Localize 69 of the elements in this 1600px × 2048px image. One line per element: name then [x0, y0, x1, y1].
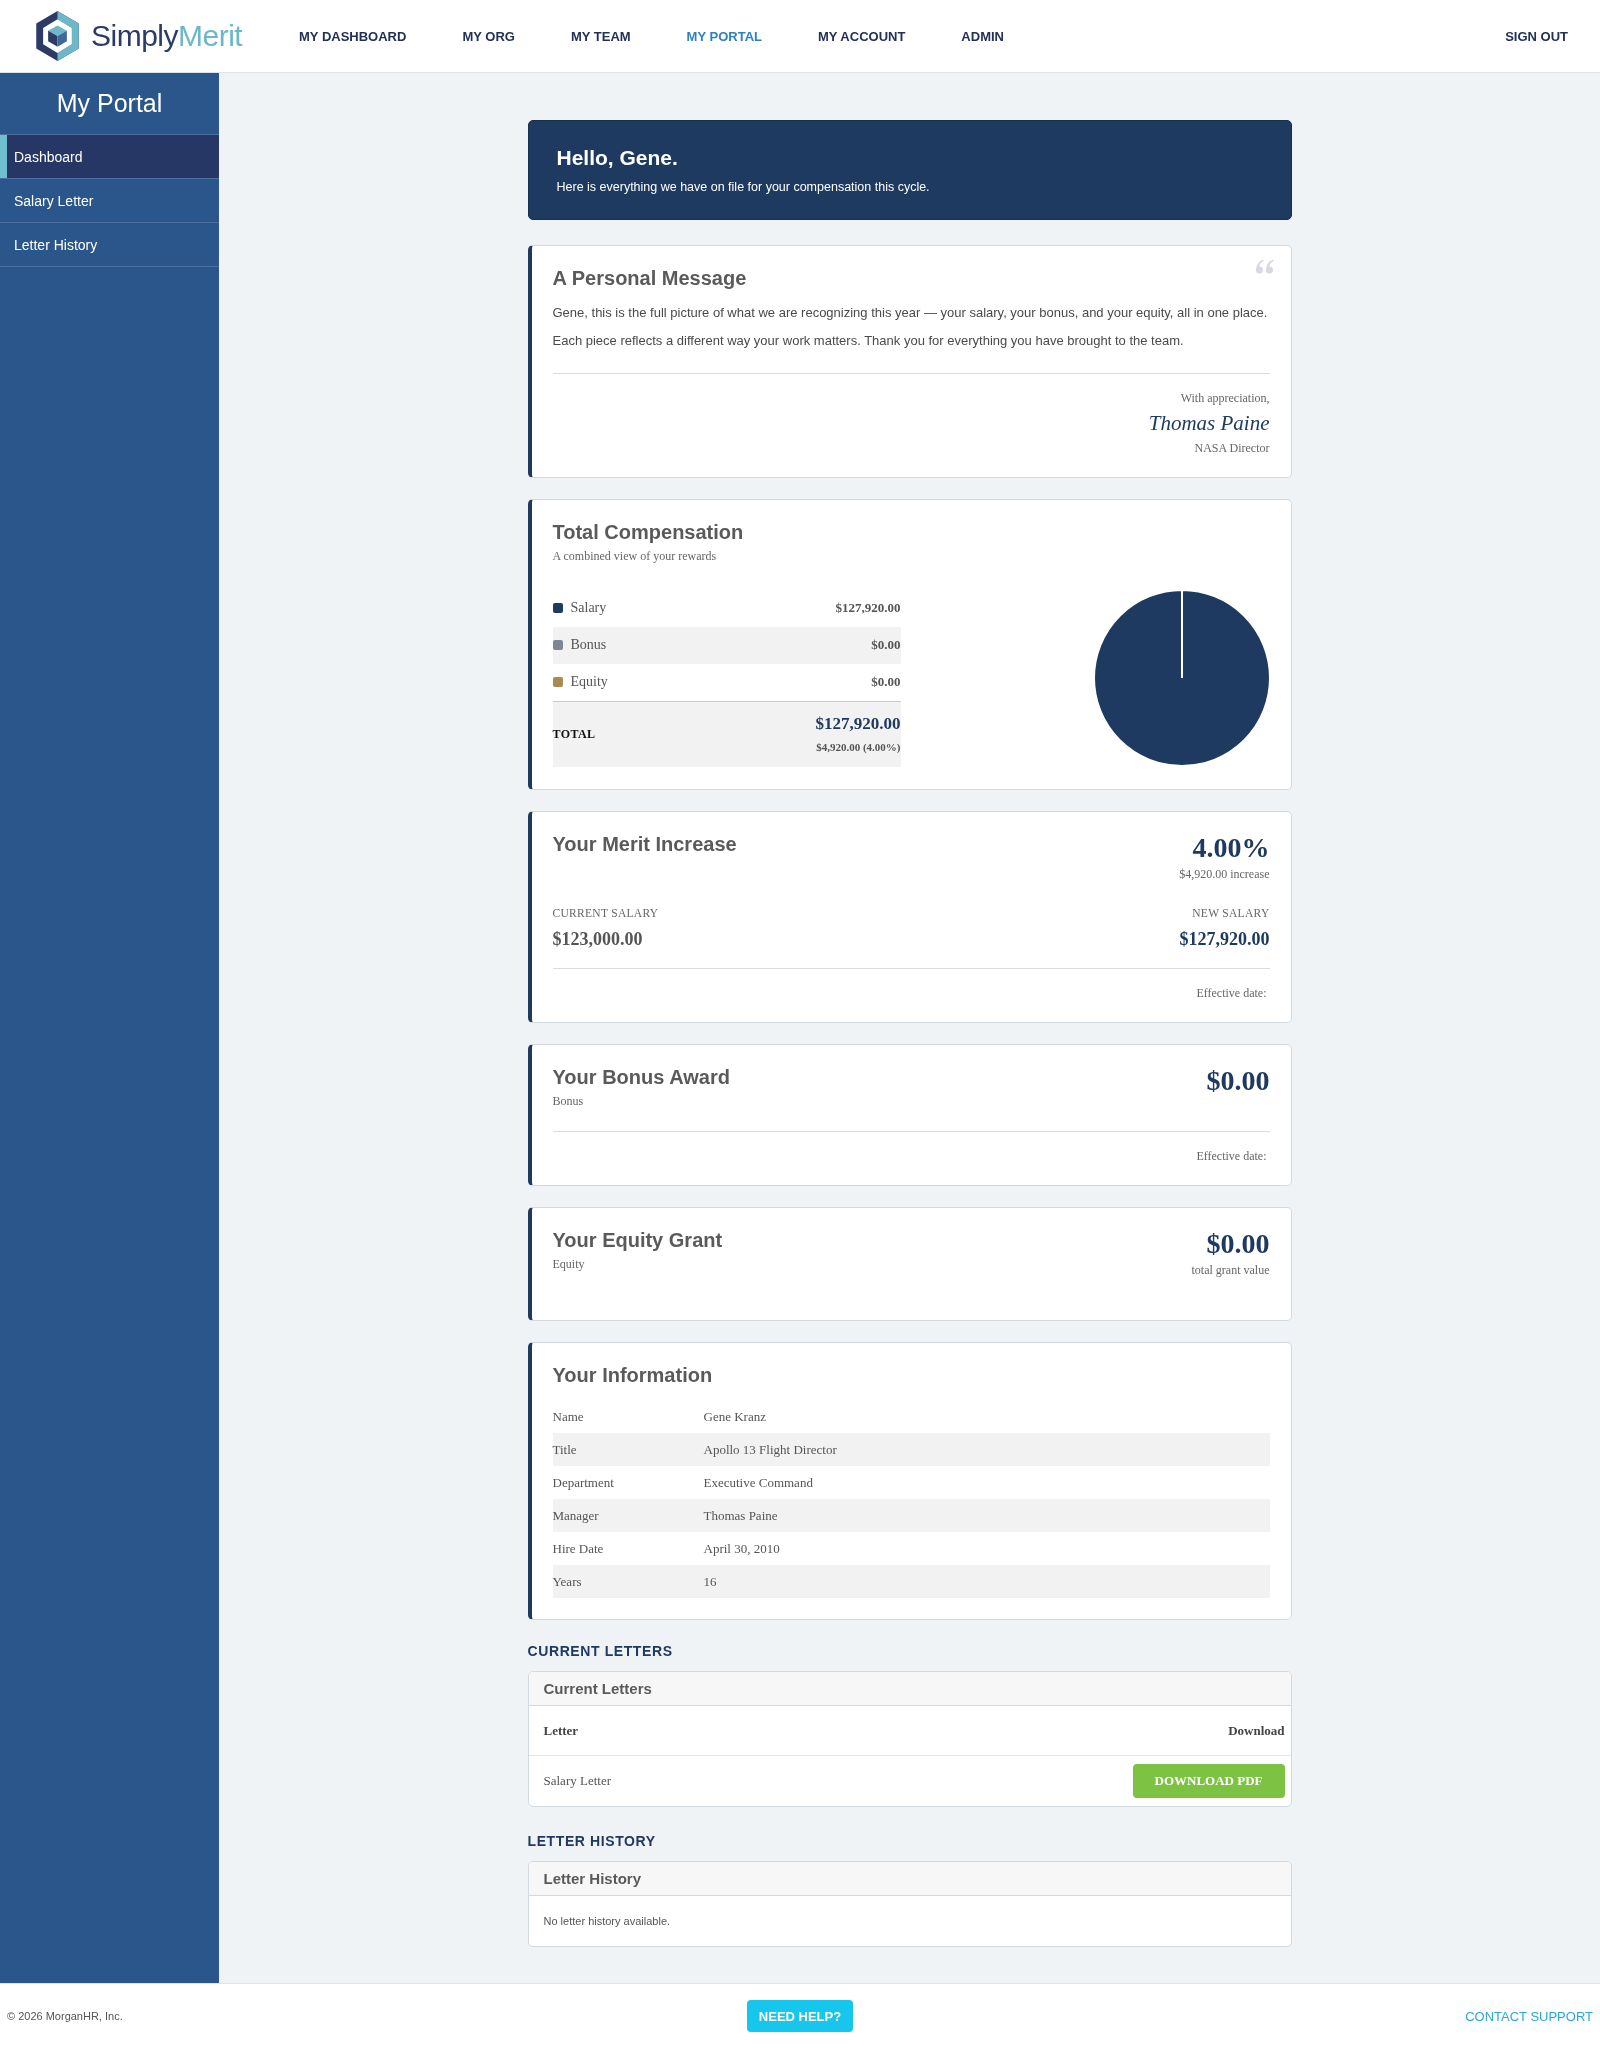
- logo-icon: [35, 11, 80, 61]
- quote-icon: [1254, 259, 1275, 274]
- card-title: Your Merit Increase: [552, 833, 737, 855]
- merit-percent: 4.00%: [1192, 832, 1270, 864]
- amount-note: total grant value: [1191, 1262, 1270, 1278]
- signer-title: NASA Director: [1194, 440, 1270, 456]
- effective-date: Effective date:: [1196, 985, 1267, 1001]
- card-title: Your Equity Grant: [552, 1229, 723, 1251]
- field-label: Name: [552, 1408, 584, 1425]
- legend-amount: $0.00: [871, 637, 901, 653]
- legend-label: Equity: [570, 674, 608, 690]
- column-header: Letter: [543, 1722, 579, 1739]
- increase-amount: $4,920.00 increase: [1179, 866, 1270, 882]
- letter-name: Salary Letter: [543, 1773, 611, 1789]
- total-amount: $127,920.00: [815, 713, 901, 735]
- field-value: Apollo 13 Flight Director: [703, 1441, 837, 1458]
- total-change: $4,920.00 (4.00%): [816, 740, 901, 755]
- closing-text: With appreciation,: [1180, 390, 1270, 406]
- copyright-text: © 2026 MorganHR, Inc.: [7, 2010, 123, 2022]
- card-title: A Personal Message: [552, 267, 747, 289]
- salary-label: CURRENT SALARY: [552, 906, 659, 921]
- panel-title: Current Letters: [543, 1680, 652, 1697]
- card-subtitle: A combined view of your rewards: [552, 548, 717, 564]
- sign-out-link[interactable]: SIGN OUT: [1505, 28, 1568, 44]
- field-value: Executive Command: [703, 1474, 813, 1491]
- message-text: Each piece reflects a different way your work matters. Thank you for everything you have brought to the team.: [552, 332, 1184, 350]
- equity-amount: $0.00: [1206, 1228, 1270, 1260]
- card-subtitle: Bonus: [552, 1093, 584, 1109]
- nav-link[interactable]: MY ORG: [462, 28, 515, 44]
- field-value: April 30, 2010: [703, 1540, 780, 1557]
- effective-date: Effective date:: [1196, 1148, 1267, 1164]
- field-value: 16: [703, 1573, 717, 1590]
- nav-link[interactable]: MY ACCOUNT: [817, 28, 906, 44]
- legend-label: Salary: [570, 600, 607, 616]
- field-value: Thomas Paine: [703, 1507, 778, 1524]
- legend-label: Bonus: [570, 637, 607, 653]
- greeting-subtitle: Here is everything we have on file for your compensation this cycle.: [556, 179, 930, 195]
- field-label: Years: [552, 1573, 582, 1590]
- field-label: Title: [552, 1441, 577, 1458]
- section-heading: LETTER HISTORY: [527, 1832, 656, 1850]
- field-label: Hire Date: [552, 1540, 604, 1557]
- card-title: Your Bonus Award: [552, 1066, 730, 1088]
- legend-amount: $0.00: [871, 674, 901, 690]
- field-value: Gene Kranz: [703, 1408, 766, 1425]
- signature: Thomas Paine: [1148, 410, 1270, 436]
- card-title: Your Information: [552, 1364, 713, 1386]
- nav-link[interactable]: MY DASHBOARD: [299, 28, 407, 44]
- legend-amount: $127,920.00: [835, 600, 901, 616]
- bonus-amount: $0.00: [1206, 1065, 1270, 1097]
- current-salary: $123,000.00: [552, 928, 643, 950]
- card-subtitle: Equity: [552, 1256, 585, 1272]
- column-header: Download: [1228, 1722, 1285, 1739]
- sidebar-title: My Portal: [56, 89, 163, 118]
- sidebar-item[interactable]: Dashboard: [0, 135, 219, 179]
- field-label: Manager: [552, 1507, 599, 1524]
- panel-title: Letter History: [543, 1870, 642, 1887]
- section-heading: CURRENT LETTERS: [527, 1642, 673, 1660]
- nav-link[interactable]: ADMIN: [961, 28, 1004, 44]
- total-label: TOTAL: [552, 726, 596, 742]
- field-label: Department: [552, 1474, 614, 1491]
- greeting-title: Hello, Gene.: [556, 145, 678, 171]
- message-text: Gene, this is the full picture of what we are recognizing this year — your salary, your bonus, and your equity, all in one place.: [552, 304, 1268, 322]
- nav-link[interactable]: MY PORTAL: [686, 28, 762, 44]
- empty-message: No letter history available.: [543, 1915, 671, 1927]
- new-salary: $127,920.00: [1179, 928, 1270, 950]
- salary-label: NEW SALARY: [1192, 906, 1270, 921]
- card-title: Total Compensation: [552, 521, 744, 543]
- logo-text: SimplyMerit: [91, 19, 243, 53]
- nav-link[interactable]: MY TEAM: [570, 28, 631, 44]
